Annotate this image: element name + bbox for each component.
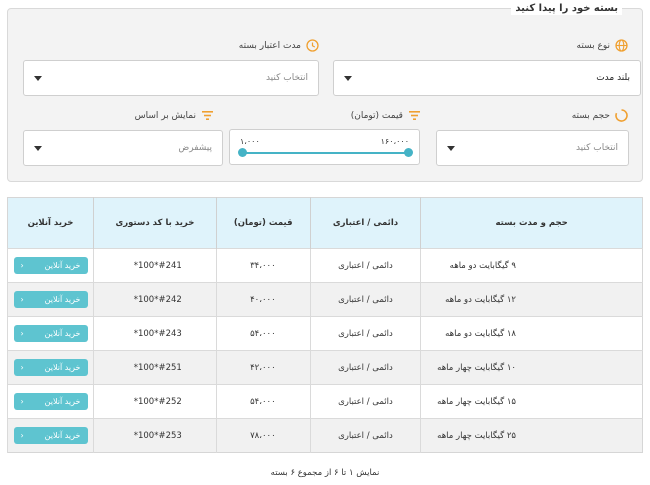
package-price: ۵۴،۰۰۰ <box>215 384 311 419</box>
pagination-summary: نمایش ۱ تا ۶ از مجموع ۶ بسته <box>270 468 380 478</box>
package-code: #253*100* <box>93 418 217 453</box>
chevron-left-icon: ‹ <box>20 363 24 372</box>
header-type: دائمی / اعتباری <box>309 197 421 249</box>
chevron-left-icon: ‹ <box>20 397 24 406</box>
header-price: قیمت (تومان) <box>215 197 311 249</box>
volume-label: حجم بسته <box>572 109 628 122</box>
table-row: ۲۵ گیگابایت چهار ماهه دائمی / اعتباری ۷۸… <box>7 418 643 453</box>
package-type-select[interactable]: بلند مدت <box>333 60 641 96</box>
buy-online-label: خرید آنلاین <box>44 397 81 406</box>
package-code: #242*100* <box>93 282 217 317</box>
table-row: ۱۸ گیگابایت دو ماهه دائمی / اعتباری ۵۴،۰… <box>7 316 643 351</box>
chevron-left-icon: ‹ <box>20 261 24 270</box>
buy-online-button[interactable]: خرید آنلاین ‹ <box>13 291 88 308</box>
package-price: ۵۴،۰۰۰ <box>215 316 311 351</box>
clock-icon <box>306 39 319 52</box>
price-min-value: ۱،۰۰۰ <box>240 137 260 146</box>
package-price: ۴۲،۰۰۰ <box>215 350 311 385</box>
package-type: دائمی / اعتباری <box>309 350 421 385</box>
packages-table: حجم و مدت بسته دائمی / اعتباری قیمت (توم… <box>7 197 643 453</box>
volume-placeholder: انتخاب کنید <box>575 143 618 153</box>
buy-online-button[interactable]: خرید آنلاین ‹ <box>13 359 88 376</box>
package-name: ۲۵ گیگابایت چهار ماهه <box>420 418 643 453</box>
package-type: دائمی / اعتباری <box>309 316 421 351</box>
chevron-down-icon <box>34 145 42 151</box>
header-name: حجم و مدت بسته <box>420 197 643 249</box>
package-price: ۴۰،۰۰۰ <box>215 282 311 317</box>
range-min-handle[interactable] <box>238 148 247 157</box>
package-code: #252*100* <box>93 384 217 419</box>
buy-online-button[interactable]: خرید آنلاین ‹ <box>13 325 88 342</box>
buy-online-button[interactable]: خرید آنلاین ‹ <box>13 427 88 444</box>
validity-placeholder: انتخاب کنید <box>265 73 308 83</box>
buy-online-label: خرید آنلاین <box>44 329 81 338</box>
chevron-down-icon <box>34 75 42 81</box>
sort-value: پیشفرض <box>178 143 212 153</box>
package-price: ۳۴،۰۰۰ <box>215 248 311 283</box>
table-row: ۹ گیگابایت دو ماهه دائمی / اعتباری ۳۴،۰۰… <box>7 248 643 283</box>
price-max-value: ۱۶۰،۰۰۰ <box>380 137 409 146</box>
chevron-left-icon: ‹ <box>20 295 24 304</box>
table-row: ۱۰ گیگابایت چهار ماهه دائمی / اعتباری ۴۲… <box>7 350 643 385</box>
filter-title: بسته خود را پیدا کنید <box>511 2 622 15</box>
validity-label: مدت اعتبار بسته <box>239 39 319 52</box>
price-label: قیمت (تومان) <box>351 109 421 122</box>
sort-label-text: نمایش بر اساس <box>134 110 196 121</box>
package-name: ۱۰ گیگابایت چهار ماهه <box>420 350 643 385</box>
range-max-handle[interactable] <box>404 148 413 157</box>
package-name: ۱۸ گیگابایت دو ماهه <box>420 316 643 351</box>
buy-online-button[interactable]: خرید آنلاین ‹ <box>13 257 88 274</box>
buy-cell: خرید آنلاین ‹ <box>7 248 94 283</box>
volume-label-text: حجم بسته <box>571 110 610 121</box>
buy-cell: خرید آنلاین ‹ <box>7 316 94 351</box>
package-type-label-text: نوع بسته <box>576 40 610 51</box>
package-code: #243*100* <box>93 316 217 351</box>
buy-online-label: خرید آنلاین <box>44 295 81 304</box>
buy-online-label: خرید آنلاین <box>44 363 81 372</box>
package-price: ۷۸،۰۰۰ <box>215 418 311 453</box>
package-type-label: نوع بسته <box>577 39 628 52</box>
buy-cell: خرید آنلاین ‹ <box>7 350 94 385</box>
sort-label: نمایش بر اساس <box>135 109 214 122</box>
table-header-row: حجم و مدت بسته دائمی / اعتباری قیمت (توم… <box>7 197 643 249</box>
range-track <box>242 152 409 154</box>
buy-cell: خرید آنلاین ‹ <box>7 418 94 453</box>
globe-icon <box>615 39 628 52</box>
package-name: ۱۵ گیگابایت چهار ماهه <box>420 384 643 419</box>
chevron-down-icon <box>344 75 352 81</box>
package-type-value: بلند مدت <box>596 73 630 83</box>
validity-label-text: مدت اعتبار بسته <box>238 40 301 51</box>
package-code: #251*100* <box>93 350 217 385</box>
buy-online-label: خرید آنلاین <box>44 261 81 270</box>
buy-cell: خرید آنلاین ‹ <box>7 282 94 317</box>
package-code: #241*100* <box>93 248 217 283</box>
package-type: دائمی / اعتباری <box>309 384 421 419</box>
package-type: دائمی / اعتباری <box>309 282 421 317</box>
spinner-icon <box>615 109 628 122</box>
sort-lines-icon <box>201 109 214 122</box>
chevron-left-icon: ‹ <box>20 329 24 338</box>
package-name: ۱۲ گیگابایت دو ماهه <box>420 282 643 317</box>
table-row: ۱۲ گیگابایت دو ماهه دائمی / اعتباری ۴۰،۰… <box>7 282 643 317</box>
package-name: ۹ گیگابایت دو ماهه <box>420 248 643 283</box>
validity-select[interactable]: انتخاب کنید <box>23 60 319 96</box>
buy-online-button[interactable]: خرید آنلاین ‹ <box>13 393 88 410</box>
chevron-left-icon: ‹ <box>20 431 24 440</box>
package-type: دائمی / اعتباری <box>309 248 421 283</box>
price-label-text: قیمت (تومان) <box>350 110 403 121</box>
price-range-slider[interactable]: ۱،۰۰۰ ۱۶۰،۰۰۰ <box>229 129 420 165</box>
sort-select[interactable]: پیشفرض <box>23 130 223 166</box>
sort-lines-icon <box>408 109 421 122</box>
buy-online-label: خرید آنلاین <box>44 431 81 440</box>
header-buy: خرید آنلاین <box>7 197 94 249</box>
header-code: خرید با کد دستوری <box>93 197 217 249</box>
buy-cell: خرید آنلاین ‹ <box>7 384 94 419</box>
package-type: دائمی / اعتباری <box>309 418 421 453</box>
table-row: ۱۵ گیگابایت چهار ماهه دائمی / اعتباری ۵۴… <box>7 384 643 419</box>
volume-select[interactable]: انتخاب کنید <box>436 130 629 166</box>
chevron-down-icon <box>447 145 455 151</box>
